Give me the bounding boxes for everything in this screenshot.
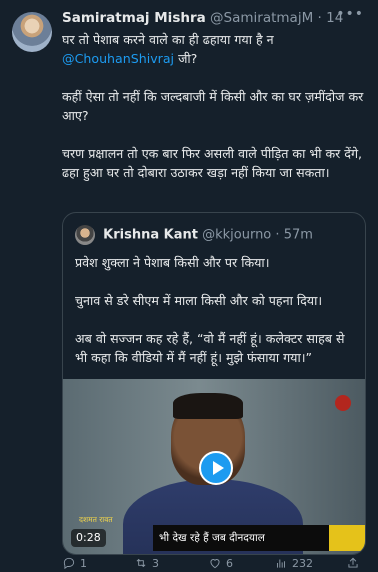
retweet-button[interactable]: 3 — [134, 554, 159, 572]
tweet[interactable]: Samiratmaj Mishra @SamiratmajM · 14m •••… — [0, 0, 378, 572]
video-name-tag: दशमत रावत — [79, 515, 113, 524]
video-caption: भी देख रहे हैं जब दीनदयाल — [153, 525, 329, 551]
quote-header: Krishna Kant @kkjourno · 57m — [75, 225, 313, 245]
mention-link[interactable]: @ChouhanShivraj — [62, 51, 174, 66]
quote-author-avatar — [75, 225, 95, 245]
quoted-tweet[interactable]: Krishna Kant @kkjourno · 57m प्रवेश शुक्… — [62, 212, 366, 555]
tweet-text: घर तो पेशाब करने वाले का ही ढहाया गया है… — [62, 30, 368, 182]
views-button[interactable]: 232 — [274, 554, 313, 572]
retweet-icon — [136, 558, 146, 568]
header-separator: · — [317, 10, 322, 26]
more-horizontal-icon[interactable]: ••• — [336, 6, 364, 22]
views-icon — [277, 559, 285, 568]
author-name[interactable]: Samiratmaj Mishra — [62, 10, 206, 26]
retweet-count: 3 — [152, 556, 159, 570]
quote-paragraph-2: चुनाव से डरे सीएम में माला किसी और को पह… — [75, 293, 323, 308]
like-button[interactable]: 6 — [208, 554, 233, 572]
tweet-paragraph-2: कहीं ऐसा तो नहीं कि जल्दबाजी में किसी और… — [62, 89, 364, 123]
quote-paragraph-1: प्रवेश शुक्ला ने पेशाब किसी और पर किया। — [75, 255, 270, 270]
video-player[interactable]: दशमत रावत भी देख रहे हैं जब दीनदयाल 0:28 — [63, 379, 365, 554]
share-button[interactable] — [346, 554, 360, 572]
quote-author-name: Krishna Kant — [103, 227, 198, 243]
tweet-paragraph-3: चरण प्रक्षालन तो एक बार फिर असली वाले पी… — [62, 146, 363, 180]
author-avatar[interactable] — [12, 12, 52, 52]
caption-strip — [329, 525, 365, 551]
video-person-hair — [173, 393, 243, 419]
like-count: 6 — [226, 556, 233, 570]
tweet-actions: 1 3 6 232 — [62, 554, 368, 572]
tweet-paragraph-1: घर तो पेशाब करने वाले का ही ढहाया गया है… — [62, 32, 274, 66]
reply-icon — [63, 557, 75, 570]
quote-paragraph-3: अब वो सज्जन कह रहे हैं, “वो मैं नहीं हूं… — [75, 331, 345, 365]
reply-count: 1 — [80, 556, 87, 570]
share-icon — [348, 557, 358, 568]
views-count: 232 — [292, 556, 313, 570]
heart-icon — [210, 559, 220, 569]
channel-logo-icon — [335, 395, 351, 411]
quote-author-handle: @kkjourno — [202, 227, 272, 243]
quote-text: प्रवेश शुक्ला ने पेशाब किसी और पर किया। … — [75, 253, 359, 367]
quote-time: 57m — [283, 227, 313, 243]
author-handle[interactable]: @SamiratmajM — [210, 10, 313, 26]
tweet-header: Samiratmaj Mishra @SamiratmajM · 14m — [62, 8, 344, 28]
reply-button[interactable]: 1 — [62, 554, 87, 572]
video-duration: 0:28 — [71, 529, 106, 547]
quote-separator: · — [275, 227, 280, 243]
play-icon[interactable] — [199, 451, 233, 485]
